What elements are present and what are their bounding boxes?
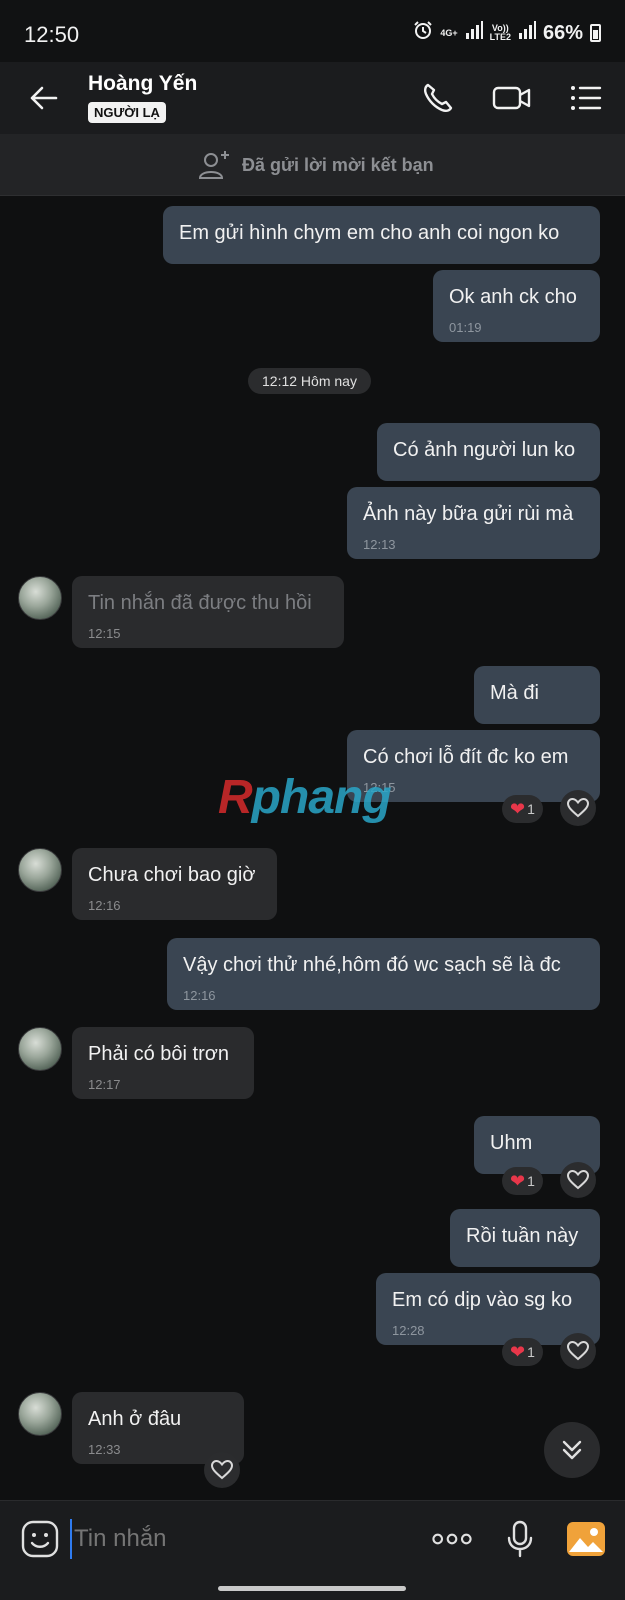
- watermark-rest: phang: [251, 771, 392, 824]
- message-time: 12:17: [88, 1077, 121, 1092]
- message-input[interactable]: [70, 1519, 410, 1559]
- stranger-badge: NGƯỜI LẠ: [88, 102, 166, 123]
- message-text: Chưa chơi bao giờ: [88, 864, 256, 886]
- contact-name[interactable]: Hoàng Yến: [88, 72, 197, 96]
- status-icons: 4G+ Vo)) LTE2 66%: [413, 20, 601, 46]
- volte-indicator: Vo)) LTE2: [490, 24, 511, 42]
- watermark-first: R: [218, 771, 253, 824]
- send-image-button[interactable]: [566, 1519, 606, 1559]
- message-bubble-outgoing[interactable]: Em có dịp vào sg ko 12:28: [376, 1273, 600, 1345]
- arrow-left-icon: [30, 86, 58, 110]
- phone-icon: [423, 83, 453, 113]
- message-text: Uhm: [490, 1132, 533, 1154]
- heart-icon: ❤: [510, 1342, 526, 1362]
- more-dots-icon: [432, 1533, 472, 1545]
- message-time: 01:19: [449, 320, 482, 335]
- sticker-icon: [21, 1520, 59, 1558]
- message-text: Anh ở đâu: [88, 1408, 182, 1430]
- battery-icon: [590, 24, 601, 42]
- voice-call-button[interactable]: [420, 80, 456, 116]
- list-menu-icon: [571, 86, 602, 110]
- contact-avatar[interactable]: [18, 1027, 62, 1071]
- back-button[interactable]: [26, 80, 62, 116]
- message-text: Phải có bôi trơn: [88, 1043, 229, 1065]
- message-text: Tin nhắn đã được thu hồi: [88, 592, 312, 614]
- message-text: Em gửi hình chym em cho anh coi ngon ko: [179, 222, 560, 244]
- message-bubble-recalled[interactable]: Tin nhắn đã được thu hồi 12:15: [72, 576, 344, 648]
- react-button[interactable]: [560, 1333, 596, 1369]
- reaction-count: 1: [527, 1344, 535, 1360]
- message-bubble-outgoing[interactable]: Ok anh ck cho 01:19: [433, 270, 600, 342]
- message-text: Có chơi lỗ đít đc ko em: [363, 746, 569, 768]
- friend-request-status: Đã gửi lời mời kết bạn: [198, 148, 434, 182]
- contact-avatar[interactable]: [18, 576, 62, 620]
- message-text: Ảnh này bữa gửi rùi mà: [363, 503, 574, 525]
- react-button[interactable]: [204, 1452, 240, 1488]
- reaction-pill[interactable]: ❤ 1: [502, 1338, 543, 1366]
- message-time: 12:15: [88, 626, 121, 641]
- message-time: 12:13: [363, 537, 396, 552]
- signal-icon-2: [518, 21, 536, 45]
- alarm-icon: [413, 20, 433, 46]
- friend-request-text: Đã gửi lời mời kết bạn: [242, 154, 434, 175]
- message-bubble-outgoing[interactable]: Mà đi: [474, 666, 600, 724]
- message-bubble-outgoing[interactable]: Có ảnh người lun ko: [377, 423, 600, 481]
- chat-screen: 12:50 4G+ Vo)) LTE2 66% Hoàng Yến NGƯỜI …: [0, 0, 625, 1600]
- contact-avatar[interactable]: [18, 848, 62, 892]
- heart-outline-icon: [567, 798, 589, 818]
- home-indicator[interactable]: [218, 1586, 406, 1591]
- network-type: 4G+: [440, 27, 458, 38]
- double-chevron-down-icon: [562, 1440, 582, 1460]
- message-time: 12:16: [183, 988, 216, 1003]
- chat-header: Hoàng Yến NGƯỜI LẠ: [0, 62, 625, 134]
- status-bar: 12:50 4G+ Vo)) LTE2 66%: [0, 0, 625, 62]
- message-bubble-incoming[interactable]: Phải có bôi trơn 12:17: [72, 1027, 254, 1099]
- more-options-button[interactable]: [432, 1519, 472, 1559]
- heart-icon: ❤: [510, 1171, 526, 1191]
- voice-message-button[interactable]: [500, 1519, 540, 1559]
- friend-request-bar: Đã gửi lời mời kết bạn: [0, 134, 625, 196]
- message-bubble-outgoing[interactable]: Vậy chơi thử nhé,hôm đó wc sạch sẽ là đc…: [167, 938, 600, 1010]
- message-text: Ok anh ck cho: [449, 286, 577, 308]
- message-bubble-outgoing[interactable]: Rồi tuần này: [450, 1209, 600, 1267]
- message-time: 12:28: [392, 1323, 425, 1338]
- add-friend-icon: [198, 151, 229, 179]
- heart-outline-icon: [211, 1460, 233, 1480]
- sticker-button[interactable]: [20, 1519, 60, 1559]
- heart-outline-icon: [567, 1170, 589, 1190]
- message-text: Em có dịp vào sg ko: [392, 1289, 573, 1311]
- react-button[interactable]: [560, 790, 596, 826]
- heart-outline-icon: [567, 1341, 589, 1361]
- scroll-to-bottom-button[interactable]: [544, 1422, 600, 1478]
- message-time: 12:16: [88, 898, 121, 913]
- video-camera-icon: [492, 86, 531, 110]
- message-time: 12:33: [88, 1442, 121, 1457]
- message-text: Rồi tuần này: [466, 1225, 579, 1247]
- status-time: 12:50: [24, 22, 80, 47]
- signal-icon: [465, 21, 483, 45]
- watermark-logo: Rphang: [218, 770, 392, 825]
- reaction-count: 1: [527, 801, 535, 817]
- message-text: Mà đi: [490, 682, 539, 704]
- message-bubble-outgoing[interactable]: Ảnh này bữa gửi rùi mà 12:13: [347, 487, 600, 559]
- message-input-bar: [0, 1500, 625, 1600]
- volte-bottom: LTE2: [489, 32, 511, 42]
- reaction-count: 1: [527, 1173, 535, 1189]
- message-text: Có ảnh người lun ko: [393, 439, 576, 461]
- menu-button[interactable]: [568, 80, 604, 116]
- message-bubble-incoming[interactable]: Chưa chơi bao giờ 12:16: [72, 848, 277, 920]
- video-call-button[interactable]: [492, 80, 531, 116]
- message-bubble-outgoing[interactable]: Em gửi hình chym em cho anh coi ngon ko: [163, 206, 600, 264]
- reaction-pill[interactable]: ❤ 1: [502, 795, 543, 823]
- react-button[interactable]: [560, 1162, 596, 1198]
- microphone-icon: [507, 1520, 533, 1558]
- time-divider: 12:12 Hôm nay: [248, 368, 371, 394]
- reaction-pill[interactable]: ❤ 1: [502, 1167, 543, 1195]
- battery-percent: 66%: [542, 21, 583, 44]
- message-text: Vậy chơi thử nhé,hôm đó wc sạch sẽ là đc: [183, 954, 561, 976]
- heart-icon: ❤: [510, 799, 526, 819]
- contact-avatar[interactable]: [18, 1392, 62, 1436]
- image-gallery-icon: [567, 1522, 605, 1556]
